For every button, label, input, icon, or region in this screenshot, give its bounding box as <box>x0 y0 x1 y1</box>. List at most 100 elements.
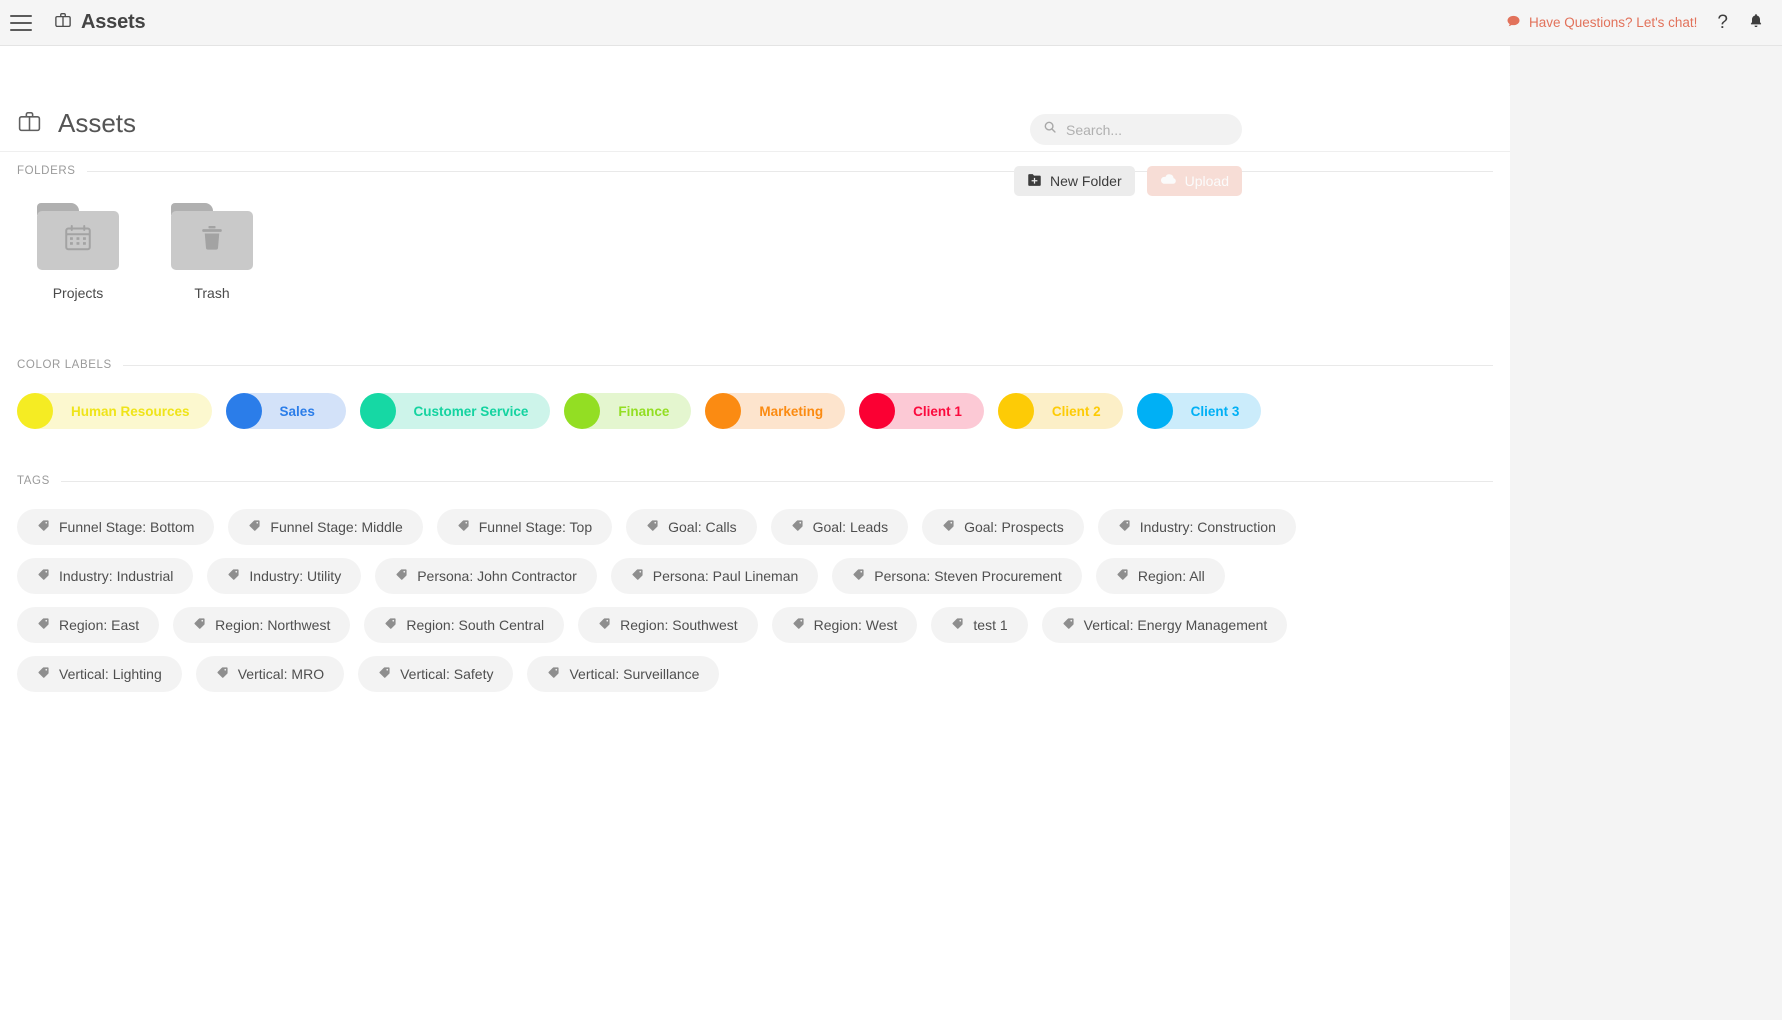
tag-icon <box>384 617 397 633</box>
color-labels-section-label: COLOR LABELS <box>17 359 112 371</box>
color-label-text: Human Resources <box>71 404 190 419</box>
tag-item[interactable]: Vertical: Energy Management <box>1042 607 1288 643</box>
tag-label: Region: Southwest <box>620 617 738 633</box>
tag-item[interactable]: Industry: Industrial <box>17 558 193 594</box>
tag-icon <box>457 519 470 535</box>
folder-item[interactable]: Projects <box>30 203 126 301</box>
tag-item[interactable]: Persona: John Contractor <box>375 558 597 594</box>
tag-label: Persona: John Contractor <box>417 568 577 584</box>
tag-icon <box>248 519 261 535</box>
tag-item[interactable]: Funnel Stage: Bottom <box>17 509 214 545</box>
tag-icon <box>951 617 964 633</box>
folder-icon <box>37 203 119 270</box>
tag-item[interactable]: Vertical: Surveillance <box>527 656 719 692</box>
color-label-text: Finance <box>618 404 669 419</box>
tag-label: Industry: Utility <box>249 568 341 584</box>
folders-section-header: FOLDERS <box>0 165 1510 177</box>
tag-item[interactable]: Funnel Stage: Middle <box>228 509 422 545</box>
briefcase-icon <box>17 109 42 139</box>
tag-icon <box>1118 519 1131 535</box>
tag-label: Vertical: Energy Management <box>1084 617 1268 633</box>
tag-item[interactable]: Vertical: MRO <box>196 656 344 692</box>
color-label-item[interactable]: Client 2 <box>998 393 1123 429</box>
tag-label: Vertical: Safety <box>400 666 493 682</box>
tag-icon <box>942 519 955 535</box>
tag-item[interactable]: Vertical: Lighting <box>17 656 182 692</box>
tag-item[interactable]: test 1 <box>931 607 1027 643</box>
tag-icon <box>37 568 50 584</box>
tag-label: Funnel Stage: Bottom <box>59 519 194 535</box>
header-action-buttons: New Folder Upload <box>1014 166 1242 196</box>
tag-item[interactable]: Region: South Central <box>364 607 564 643</box>
tag-item[interactable]: Region: Southwest <box>578 607 758 643</box>
tag-icon <box>37 519 50 535</box>
tag-icon <box>37 666 50 682</box>
tag-item[interactable]: Region: Northwest <box>173 607 350 643</box>
color-label-item[interactable]: Customer Service <box>360 393 551 429</box>
help-button[interactable]: ? <box>1717 13 1728 32</box>
folders-grid: Projects Trash <box>0 181 1510 301</box>
hamburger-menu-icon[interactable] <box>10 15 32 31</box>
trash-icon <box>197 223 227 258</box>
tag-item[interactable]: Region: East <box>17 607 159 643</box>
color-label-item[interactable]: Client 3 <box>1137 393 1262 429</box>
tag-item[interactable]: Persona: Steven Procurement <box>832 558 1082 594</box>
topbar-title: Assets <box>81 11 145 34</box>
color-label-item[interactable]: Human Resources <box>17 393 212 429</box>
page-title-block: Assets <box>17 108 136 139</box>
tag-label: Region: South Central <box>406 617 544 633</box>
color-label-item[interactable]: Marketing <box>705 393 845 429</box>
folder-item[interactable]: Trash <box>164 203 260 301</box>
tag-label: test 1 <box>973 617 1007 633</box>
tag-icon <box>216 666 229 682</box>
tags-section-label: TAGS <box>17 475 50 487</box>
tag-label: Industry: Industrial <box>59 568 173 584</box>
color-label-text: Customer Service <box>414 404 529 419</box>
tag-item[interactable]: Persona: Paul Lineman <box>611 558 819 594</box>
tag-label: Region: East <box>59 617 139 633</box>
tag-label: Persona: Steven Procurement <box>874 568 1062 584</box>
tag-icon <box>378 666 391 682</box>
tag-item[interactable]: Industry: Utility <box>207 558 361 594</box>
tag-item[interactable]: Goal: Calls <box>626 509 756 545</box>
chat-bubble-icon <box>1506 14 1521 32</box>
color-swatch-icon <box>564 393 600 429</box>
search-input[interactable] <box>1066 122 1229 138</box>
tag-item[interactable]: Region: West <box>772 607 918 643</box>
app-brand[interactable]: Assets <box>54 11 145 34</box>
color-label-item[interactable]: Finance <box>564 393 691 429</box>
tag-label: Funnel Stage: Top <box>479 519 592 535</box>
tag-icon <box>598 617 611 633</box>
color-swatch-icon <box>1137 393 1173 429</box>
tags-section-header: TAGS <box>0 475 1510 487</box>
tag-item[interactable]: Region: All <box>1096 558 1225 594</box>
tags-list: Funnel Stage: Bottom Funnel Stage: Middle… <box>0 491 1330 692</box>
tag-label: Vertical: Lighting <box>59 666 162 682</box>
section-divider <box>61 481 1493 482</box>
tag-icon <box>37 617 50 633</box>
tag-item[interactable]: Goal: Prospects <box>922 509 1084 545</box>
tag-item[interactable]: Industry: Construction <box>1098 509 1296 545</box>
chat-support-link[interactable]: Have Questions? Let's chat! <box>1506 14 1697 32</box>
color-label-item[interactable]: Sales <box>226 393 346 429</box>
tag-item[interactable]: Funnel Stage: Top <box>437 509 612 545</box>
tag-icon <box>646 519 659 535</box>
upload-button[interactable]: Upload <box>1147 166 1242 196</box>
notifications-button[interactable] <box>1748 12 1764 34</box>
search-icon <box>1043 120 1057 139</box>
tag-item[interactable]: Goal: Leads <box>771 509 909 545</box>
new-folder-button[interactable]: New Folder <box>1014 166 1135 196</box>
tag-label: Vertical: Surveillance <box>569 666 699 682</box>
color-swatch-icon <box>17 393 53 429</box>
tag-label: Region: All <box>1138 568 1205 584</box>
tag-label: Region: Northwest <box>215 617 330 633</box>
tag-icon <box>631 568 644 584</box>
color-label-item[interactable]: Client 1 <box>859 393 984 429</box>
search-box[interactable] <box>1030 114 1242 145</box>
tag-label: Goal: Prospects <box>964 519 1064 535</box>
tag-icon <box>227 568 240 584</box>
tag-icon <box>1062 617 1075 633</box>
tag-label: Industry: Construction <box>1140 519 1276 535</box>
tag-item[interactable]: Vertical: Safety <box>358 656 513 692</box>
calendar-icon <box>63 223 93 258</box>
